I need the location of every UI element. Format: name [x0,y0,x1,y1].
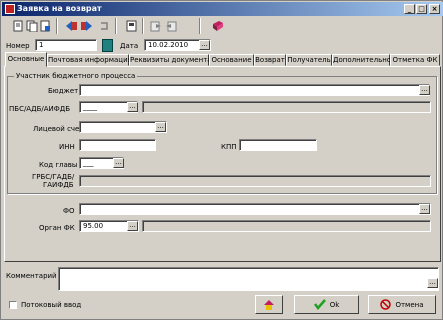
comment-picker-button[interactable]: ... [427,278,438,288]
house-arrow-icon [264,299,274,310]
stream-input-checkbox[interactable] [9,301,17,309]
chapter-picker-button[interactable]: ... [113,158,124,168]
toolbar-separator [142,18,144,34]
export-icon[interactable] [149,19,163,33]
tab-recipient[interactable]: Получатель [286,54,332,66]
window-title: Заявка на возврат [17,4,102,13]
pbs-picker-button[interactable]: ... [127,102,138,112]
chapter-label: Код главы [39,161,78,169]
comment-label: Комментарий [6,272,57,280]
refresh-icon[interactable] [97,19,111,33]
budget-label: Бюджет [48,87,79,95]
new-doc-icon[interactable] [11,19,25,33]
doc-view-icon[interactable] [125,19,139,33]
grbs-field [79,175,431,187]
forward-icon[interactable] [64,19,78,33]
organ-fk-label: Орган ФК [39,224,75,232]
tab-basis[interactable]: Основание [209,54,254,66]
organ-fk-picker-button[interactable]: ... [127,221,138,231]
copy-doc-2-icon[interactable] [39,19,53,33]
calculator-icon[interactable] [102,39,113,52]
budget-field[interactable] [79,84,430,96]
cancel-button[interactable]: Отмена [368,295,436,314]
toolbar-separator [199,18,201,34]
maximize-button[interactable]: □ [416,4,427,14]
tab-fk-mark[interactable]: Отметка ФК [390,54,440,66]
minimize-button[interactable]: _ [404,4,415,14]
cancel-icon [380,299,392,310]
window: Заявка на возврат _ □ × Номер 1 Дата 10.… [0,0,443,320]
cancel-label: Отмена [395,300,424,309]
fo-field[interactable] [79,203,431,215]
budget-picker-button[interactable]: ... [419,85,430,95]
title-bar: Заявка на возврат _ □ × [2,2,443,16]
inn-field[interactable] [79,139,156,151]
account-field[interactable] [79,121,167,133]
date-picker-button[interactable]: ... [199,40,210,50]
tab-return[interactable]: Возврат [254,54,286,66]
tab-postal-info[interactable]: Почтовая информация [47,54,132,66]
account-picker-button[interactable]: ... [155,122,166,132]
checkmark-icon [313,299,326,310]
number-field[interactable]: 1 [35,39,97,51]
fo-picker-button[interactable]: ... [419,204,430,214]
tab-doc-details[interactable]: Реквизиты документа [129,54,212,66]
pbs-name-field [142,101,431,113]
import-icon[interactable] [164,19,178,33]
pbs-label: ПБС/АДБ/АИФДБ [9,105,71,113]
tab-additional[interactable]: Дополнительно [332,54,391,66]
tab-main[interactable]: Основные [5,52,47,67]
date-label: Дата [120,42,139,50]
grbs-label-line2: ГАИФДБ [43,181,74,189]
action-icon-button[interactable] [255,295,283,314]
comment-field[interactable] [58,267,439,291]
fo-label: ФО [63,207,75,215]
toolbar-separator [56,18,58,34]
kpp-field[interactable] [239,139,317,151]
ok-button[interactable]: Ok [294,295,359,314]
account-label: Лицевой счет [33,125,84,133]
group-title: Участник бюджетного процесса [14,72,138,80]
organ-fk-name-field [142,220,431,232]
app-icon [5,4,15,14]
toolbar-separator [115,18,117,34]
kpp-label: КПП [221,143,237,151]
grbs-label-line1: ГРБС/ГАДБ/ [32,173,75,181]
copy-doc-icon[interactable] [25,19,39,33]
stream-input-label: Потоковый ввод [21,301,82,309]
back-icon[interactable] [79,19,93,33]
close-button[interactable]: × [429,4,440,14]
book-icon[interactable] [211,19,225,33]
number-label: Номер [6,42,30,50]
inn-label: ИНН [59,143,75,151]
ok-label: Ok [329,300,340,309]
